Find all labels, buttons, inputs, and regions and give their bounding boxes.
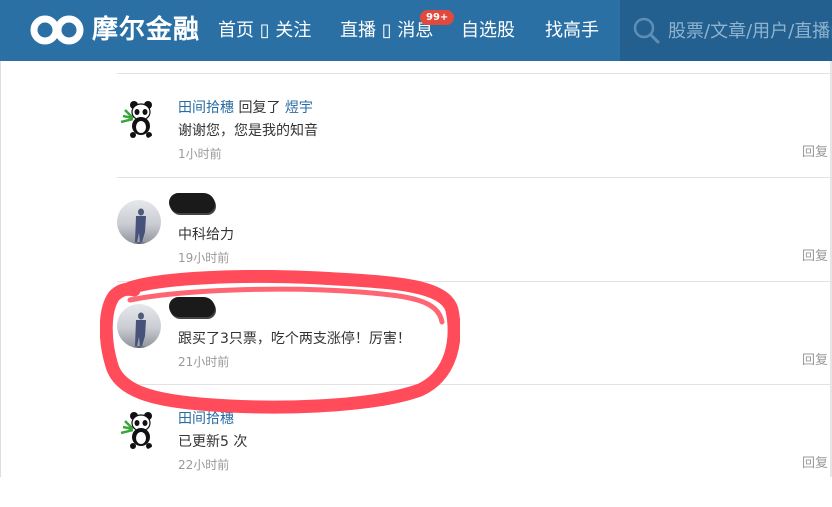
reply-timestamp: 1小时前 <box>178 147 222 161</box>
nav-home-follow[interactable]: 首页 ▯ 关注 <box>218 18 311 44</box>
logo-icon[interactable] <box>30 14 84 46</box>
reply-item: 跟买了3只票，吃个两支涨停！厉害！ 21小时前 回复 <box>117 297 830 404</box>
nav-watchlist[interactable]: 自选股 <box>461 18 515 44</box>
content-left-border <box>0 61 1 477</box>
reply-button[interactable]: 回复 <box>802 144 828 162</box>
avatar[interactable] <box>117 96 161 140</box>
search-box <box>620 0 832 61</box>
reply-button[interactable]: 回复 <box>802 248 828 266</box>
search-icon[interactable] <box>632 16 660 44</box>
nav-find-experts[interactable]: 找高手 <box>545 18 599 44</box>
reply-timestamp: 22小时前 <box>178 458 230 472</box>
search-input[interactable] <box>668 17 832 45</box>
reply-timestamp: 19小时前 <box>178 251 230 265</box>
reply-item: 田间拾穗 已更新5 次 22小时前 回复 <box>117 407 830 507</box>
top-navbar: 摩尔金融 首页 ▯ 关注 直播 ▯ 消息 99+ 自选股 找高手 <box>0 0 832 61</box>
author-line: 田间拾穗 <box>178 409 234 429</box>
avatar[interactable] <box>117 200 161 244</box>
author-name[interactable]: 田间拾穗 <box>178 100 234 116</box>
redacted-author-name <box>169 297 215 317</box>
panda-avatar-icon <box>117 407 161 451</box>
panda-avatar-icon <box>117 96 161 140</box>
avatar[interactable] <box>117 304 161 348</box>
reply-timestamp: 21小时前 <box>178 355 230 369</box>
divider <box>117 73 830 74</box>
brand-name[interactable]: 摩尔金融 <box>92 12 200 48</box>
message-count-badge: 99+ <box>420 10 455 25</box>
reply-target-name[interactable]: 煜宇 <box>285 100 313 116</box>
reply-item: 田间拾穗 回复了 煜宇 谢谢您，您是我的知音 1小时前 回复 <box>117 96 830 196</box>
avatar[interactable] <box>117 407 161 451</box>
reply-message: 已更新5 次 <box>178 434 248 450</box>
author-line: 田间拾穗 回复了 煜宇 <box>178 98 313 118</box>
reply-message: 中科给力 <box>178 227 234 243</box>
silhouette-avatar-icon <box>117 200 161 244</box>
reply-item: 中科给力 19小时前 回复 <box>117 193 830 300</box>
reply-button[interactable]: 回复 <box>802 352 828 370</box>
reply-message: 跟买了3只票，吃个两支涨停！厉害！ <box>178 331 411 347</box>
reply-message: 谢谢您，您是我的知音 <box>178 123 318 139</box>
reply-action: 回复了 <box>238 100 281 116</box>
reply-button[interactable]: 回复 <box>802 455 828 473</box>
silhouette-avatar-icon <box>117 304 161 348</box>
author-name[interactable]: 田间拾穗 <box>178 411 234 427</box>
redacted-author-name <box>169 193 215 213</box>
nav-live-messages[interactable]: 直播 ▯ 消息 <box>340 18 433 44</box>
